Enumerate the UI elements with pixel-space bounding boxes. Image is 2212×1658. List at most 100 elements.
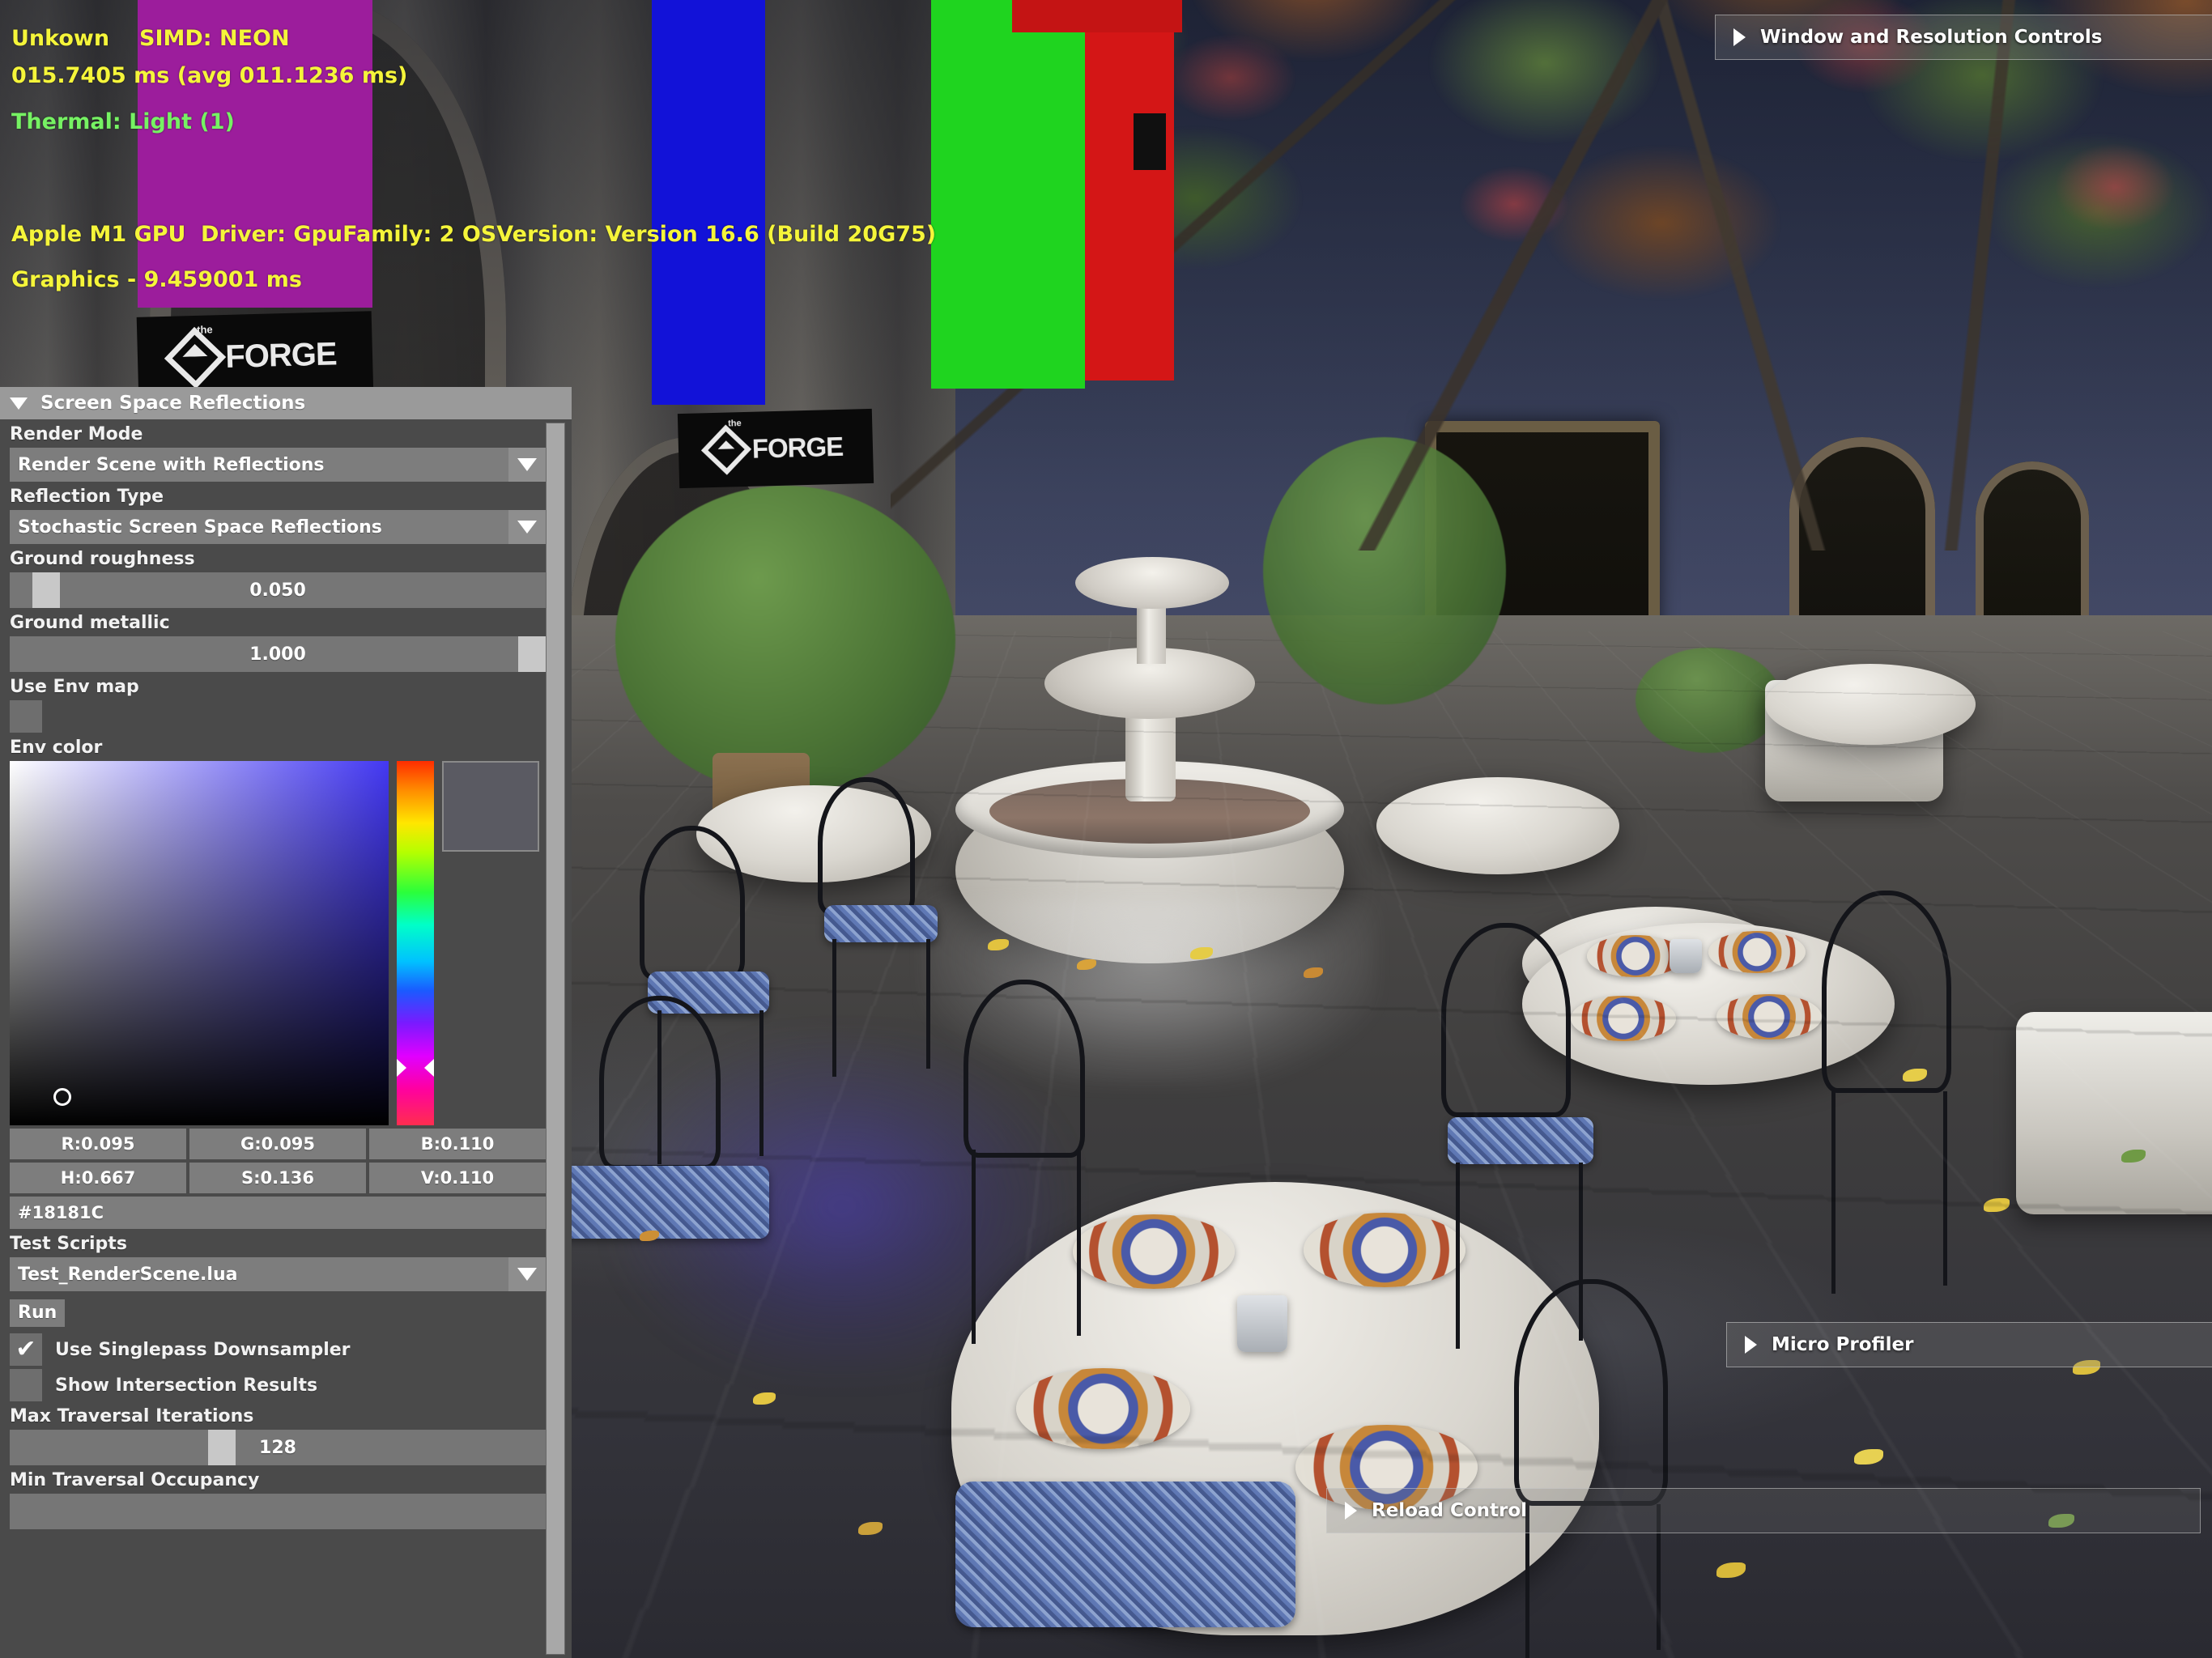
- use-singlepass-downsampler-checkbox[interactable]: ✔: [10, 1333, 42, 1366]
- ground-metallic-label: Ground metallic: [10, 613, 170, 633]
- ground-roughness-value: 0.050: [249, 580, 306, 601]
- app-root: FORGE the FORGE the Unkown SIMD: NEON 01…: [0, 0, 2212, 1658]
- reflection-type-dropdown[interactable]: Stochastic Screen Space Reflections: [10, 510, 546, 544]
- hue-slider[interactable]: [397, 761, 434, 1125]
- ground-roughness-label: Ground roughness: [10, 549, 195, 569]
- screen-space-reflections-panel[interactable]: Screen Space Reflections Render Mode Ren…: [0, 387, 572, 1658]
- panel-reload-control[interactable]: Reload Control: [1326, 1488, 2201, 1533]
- panel-window-and-resolution-controls[interactable]: Window and Resolution Controls: [1715, 15, 2212, 60]
- plate-center-right-3: [1571, 996, 1676, 1041]
- saturation-value-field[interactable]: [10, 761, 389, 1125]
- chevron-down-icon[interactable]: [508, 510, 546, 544]
- forge-logo-banner: FORGE the: [677, 408, 874, 489]
- fountain-bowl-top: [1075, 557, 1229, 609]
- use-env-map-checkbox[interactable]: [10, 700, 42, 733]
- color-hex-field[interactable]: #18181C: [10, 1197, 546, 1229]
- panel-window-and-resolution-controls-label: Window and Resolution Controls: [1760, 27, 2103, 48]
- ground-metallic-slider[interactable]: 1.000: [10, 636, 546, 672]
- triangle-right-icon[interactable]: [1733, 28, 1746, 46]
- hud-line-unkown: Unkown: [11, 26, 110, 51]
- banner-red-top: [1012, 0, 1182, 32]
- reflection-type-value: Stochastic Screen Space Reflections: [18, 517, 382, 538]
- min-traversal-occupancy-slider[interactable]: [10, 1494, 546, 1529]
- ground-metallic-value: 1.000: [249, 644, 306, 665]
- banner-green: [931, 0, 1085, 389]
- triangle-right-icon[interactable]: [1745, 1336, 1757, 1354]
- hud-line-thermal: Thermal: Light (1): [11, 109, 235, 134]
- use-env-map-label: Use Env map: [10, 677, 139, 697]
- chair-leg-1b: [759, 1010, 764, 1156]
- color-s-field[interactable]: S:0.136: [189, 1163, 366, 1193]
- env-color-picker[interactable]: [10, 761, 546, 1125]
- color-preview-swatch[interactable]: [442, 761, 539, 852]
- show-intersection-results-checkbox[interactable]: [10, 1369, 42, 1401]
- show-intersection-results-label: Show Intersection Results: [55, 1375, 318, 1396]
- triangle-down-icon[interactable]: [10, 397, 28, 410]
- color-b-field[interactable]: B:0.110: [369, 1129, 546, 1159]
- triangle-right-icon[interactable]: [1345, 1502, 1357, 1520]
- chair-seat-4: [1448, 1117, 1593, 1164]
- render-mode-dropdown[interactable]: Render Scene with Reflections: [10, 448, 546, 482]
- color-cursor-icon[interactable]: [53, 1088, 71, 1106]
- plate-foreground-2: [1304, 1213, 1465, 1287]
- reflection-type-label: Reflection Type: [10, 487, 164, 507]
- use-singlepass-downsampler-row[interactable]: ✔ Use Singlepass Downsampler: [10, 1333, 546, 1366]
- max-traversal-iterations-value: 128: [259, 1437, 296, 1458]
- cup-center-right: [1670, 939, 1702, 973]
- color-v-field[interactable]: V:0.110: [369, 1163, 546, 1193]
- test-scripts-label: Test Scripts: [10, 1234, 127, 1254]
- plate-foreground-1: [1073, 1214, 1235, 1289]
- test-scripts-dropdown[interactable]: Test_RenderScene.lua: [10, 1257, 546, 1291]
- cup-foreground: [1237, 1295, 1287, 1352]
- chair-back-1: [640, 826, 745, 980]
- run-button[interactable]: Run: [10, 1299, 66, 1327]
- chair-leg-4a: [1456, 1163, 1460, 1349]
- hud-line-simd: SIMD: NEON: [139, 26, 290, 51]
- env-color-label: Env color: [10, 738, 103, 758]
- hud-line-gpu: Apple M1 GPU: [11, 222, 186, 247]
- slider-handle[interactable]: [32, 572, 60, 608]
- panel-title-bar[interactable]: Screen Space Reflections: [0, 387, 572, 419]
- chair-back-4: [1441, 923, 1571, 1117]
- hsv-fields-row: H:0.667 S:0.136 V:0.110: [10, 1163, 546, 1193]
- color-r-field[interactable]: R:0.095: [10, 1129, 186, 1159]
- max-traversal-iterations-slider[interactable]: 128: [10, 1430, 546, 1465]
- panel-micro-profiler-label: Micro Profiler: [1772, 1334, 1914, 1355]
- max-traversal-iterations-label: Max Traversal Iterations: [10, 1406, 254, 1426]
- color-g-field[interactable]: G:0.095: [189, 1129, 366, 1159]
- forge-the-label: the: [728, 419, 742, 429]
- panel-micro-profiler[interactable]: Micro Profiler: [1726, 1322, 2212, 1367]
- plate-center-right-4: [1716, 994, 1822, 1039]
- slider-handle[interactable]: [208, 1430, 236, 1465]
- color-h-field[interactable]: H:0.667: [10, 1163, 186, 1193]
- chair-back-6: [1514, 1279, 1668, 1506]
- courtyard-shrub-right: [1636, 648, 1781, 753]
- render-mode-value: Render Scene with Reflections: [18, 454, 325, 475]
- ground-roughness-slider[interactable]: 0.050: [10, 572, 546, 608]
- banner-blue: [652, 0, 765, 405]
- panel-reload-control-label: Reload Control: [1372, 1500, 1528, 1521]
- chair-leg-3a: [972, 1150, 976, 1344]
- slider-handle[interactable]: [518, 636, 546, 672]
- chevron-down-icon[interactable]: [508, 1257, 546, 1291]
- hue-marker-left-icon: [397, 1059, 406, 1077]
- show-intersection-results-row[interactable]: Show Intersection Results: [10, 1369, 546, 1401]
- chair-leg-2a: [832, 939, 836, 1077]
- chevron-down-icon[interactable]: [508, 448, 546, 482]
- rgb-fields-row: R:0.095 G:0.095 B:0.110: [10, 1129, 546, 1159]
- forge-wordmark: FORGE: [751, 431, 844, 464]
- chair-back-5: [1822, 891, 1951, 1093]
- table-far-right-2: [1765, 664, 1976, 745]
- panel-title-label: Screen Space Reflections: [40, 393, 306, 414]
- banner-red: [1085, 0, 1174, 380]
- use-singlepass-downsampler-label: Use Singlepass Downsampler: [55, 1339, 351, 1360]
- forge-wordmark: FORGE: [224, 335, 338, 375]
- chair-seat-foreground: [955, 1482, 1295, 1627]
- banner-dark-strip: [1134, 113, 1166, 170]
- plate-foreground-3: [1016, 1368, 1190, 1449]
- panel-vertical-scrollbar[interactable]: [546, 423, 565, 1655]
- forge-diamond-icon: [700, 424, 751, 475]
- chair-leg-5a: [1831, 1091, 1836, 1294]
- panel-body: Render Mode Render Scene with Reflection…: [0, 419, 555, 1658]
- table-far-right: [1376, 777, 1619, 874]
